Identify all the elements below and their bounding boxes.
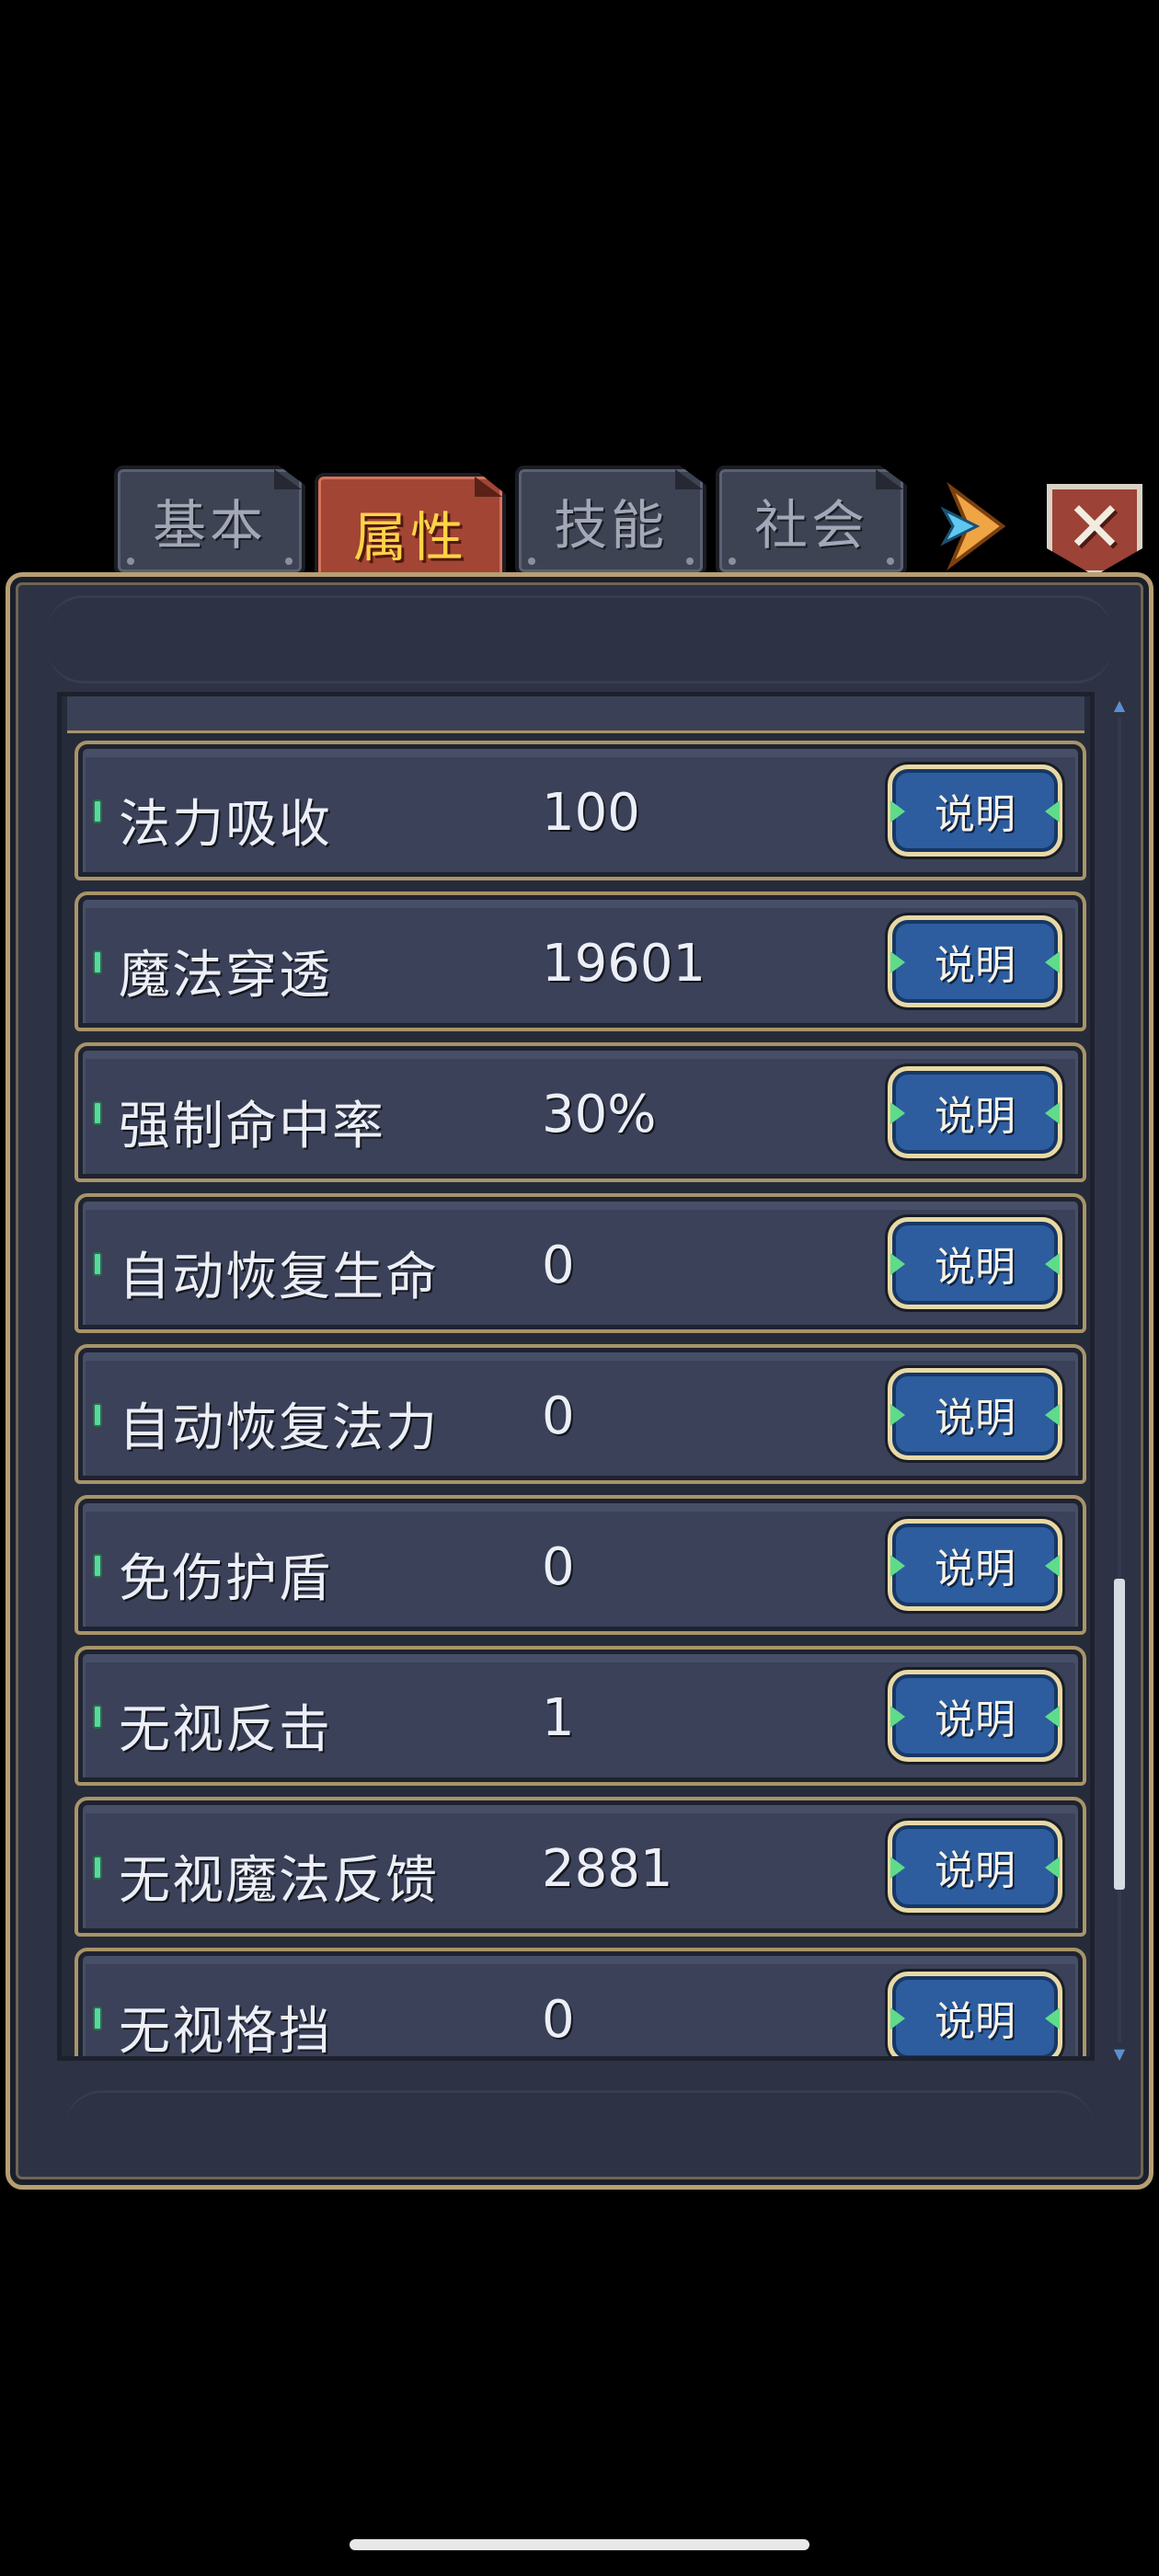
attribute-name: 自动恢复生命: [119, 1248, 439, 1307]
scroll-thumb[interactable]: [1114, 1579, 1125, 1890]
explain-button[interactable]: 说明: [888, 915, 1062, 1007]
attribute-name: 魔法穿透: [119, 946, 332, 1006]
row-marker: [93, 1554, 102, 1578]
tab-rivet: [528, 558, 535, 565]
row-marker: [93, 2007, 102, 2030]
scroll-down-icon[interactable]: ▼: [1113, 2047, 1126, 2062]
tab-label: 属性: [352, 506, 467, 569]
attribute-name: 法力吸收: [119, 795, 332, 855]
arrow-right-icon[interactable]: [940, 481, 1014, 571]
row-marker: [93, 1252, 102, 1276]
tab-fold: [876, 469, 903, 489]
explain-button[interactable]: 说明: [888, 1066, 1062, 1158]
explain-button[interactable]: 说明: [888, 765, 1062, 857]
explain-button[interactable]: 说明: [888, 1821, 1062, 1913]
tab-fold: [475, 477, 502, 497]
explain-button[interactable]: 说明: [888, 1368, 1062, 1460]
explain-button-label: 说明: [935, 1546, 1016, 1593]
attribute-value: 0: [542, 1236, 575, 1295]
attribute-list[interactable]: 法力吸收 100 说明 魔法穿透 19601 说明 强制命中率 30% 说明 自…: [57, 692, 1095, 2061]
row-marker: [93, 1403, 102, 1427]
tab-social[interactable]: 社会: [716, 466, 907, 576]
tab-rivet: [285, 558, 293, 565]
attribute-value: 30%: [542, 1085, 657, 1144]
tab-basic[interactable]: 基本: [114, 466, 305, 576]
attribute-name: 无视格挡: [119, 2002, 332, 2061]
attribute-row: 无视格挡 0 说明: [75, 1948, 1086, 2061]
tab-rivet: [127, 558, 134, 565]
explain-button-label: 说明: [935, 942, 1016, 989]
explain-button-label: 说明: [935, 791, 1016, 838]
attribute-row: 无视反击 1 说明: [75, 1646, 1086, 1786]
attribute-value: 0: [542, 1990, 575, 2050]
row-marker: [93, 1705, 102, 1729]
attribute-row: 免伤护盾 0 说明: [75, 1495, 1086, 1635]
screen: 基本 属性 技能 社会 ✕ 法力吸收 100 说明 魔法穿透 19601 说明 …: [0, 0, 1159, 2576]
row-marker: [93, 950, 102, 974]
row-marker: [93, 799, 102, 823]
tab-label: 技能: [553, 494, 668, 557]
attribute-row: 法力吸收 100 说明: [75, 741, 1086, 880]
attribute-row: 强制命中率 30% 说明: [75, 1042, 1086, 1182]
attribute-value: 0: [542, 1386, 575, 1446]
scroll-up-icon[interactable]: ▲: [1113, 698, 1126, 713]
attribute-name: 强制命中率: [119, 1097, 385, 1156]
attribute-row: 魔法穿透 19601 说明: [75, 891, 1086, 1031]
explain-button-label: 说明: [935, 1696, 1016, 1743]
row-marker: [93, 1856, 102, 1880]
attribute-value: 2881: [542, 1839, 673, 1899]
scrollbar[interactable]: ▲ ▼: [1111, 698, 1128, 2062]
tab-rivet: [887, 558, 894, 565]
close-button[interactable]: ✕: [1047, 484, 1142, 576]
explain-button-label: 说明: [935, 1847, 1016, 1894]
row-marker: [93, 1101, 102, 1125]
attribute-value: 100: [542, 783, 640, 843]
attribute-name: 免伤护盾: [119, 1549, 332, 1609]
attribute-row: 自动恢复生命 0 说明: [75, 1193, 1086, 1333]
home-indicator[interactable]: [350, 2539, 809, 2550]
attribute-row: 无视魔法反馈 2881 说明: [75, 1797, 1086, 1937]
tab-rivet: [686, 558, 694, 565]
attribute-name: 无视魔法反馈: [119, 1851, 439, 1911]
tab-label: 社会: [753, 494, 868, 557]
tab-fold: [274, 469, 302, 489]
explain-button[interactable]: 说明: [888, 1972, 1062, 2056]
explain-button-label: 说明: [935, 1998, 1016, 2045]
tab-rivet: [729, 558, 736, 565]
explain-button-label: 说明: [935, 1093, 1016, 1140]
explain-button-label: 说明: [935, 1395, 1016, 1442]
attribute-row: 自动恢复法力 0 说明: [75, 1344, 1086, 1484]
explain-button[interactable]: 说明: [888, 1519, 1062, 1611]
tab-skills[interactable]: 技能: [515, 466, 706, 576]
explain-button-label: 说明: [935, 1244, 1016, 1291]
close-icon: ✕: [1065, 486, 1124, 568]
attribute-name: 无视反击: [119, 1700, 332, 1760]
attribute-value: 0: [542, 1537, 575, 1597]
explain-button[interactable]: 说明: [888, 1670, 1062, 1762]
explain-button[interactable]: 说明: [888, 1217, 1062, 1309]
attribute-value: 19601: [542, 934, 706, 994]
tab-fold: [675, 469, 703, 489]
list-top-rail: [67, 696, 1084, 733]
attribute-name: 自动恢复法力: [119, 1398, 439, 1458]
tab-label: 基本: [152, 494, 267, 557]
attribute-value: 1: [542, 1688, 575, 1748]
